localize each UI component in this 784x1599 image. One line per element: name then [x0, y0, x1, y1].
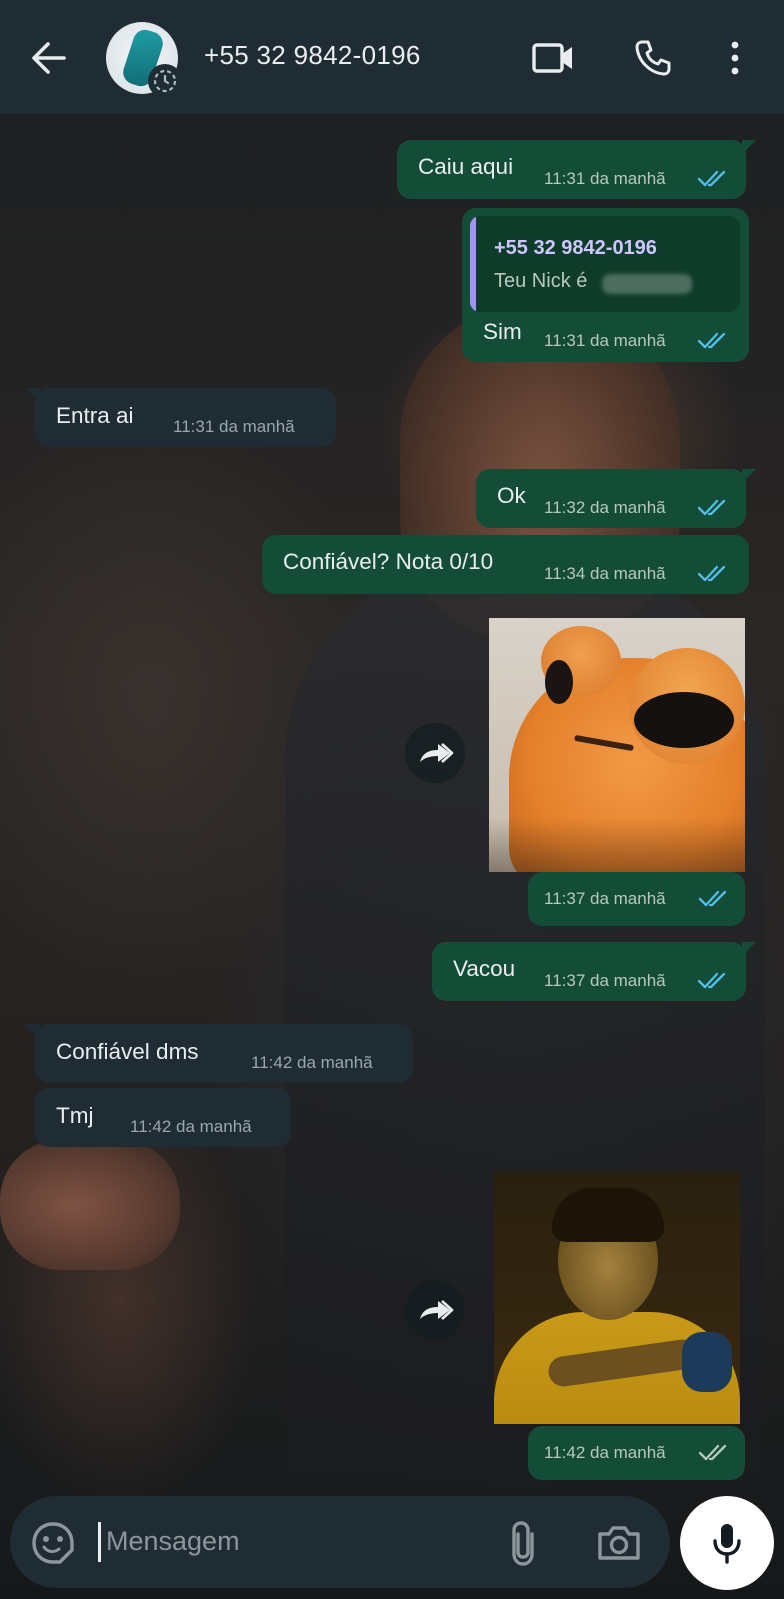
message-time: 11:34 da manhã	[544, 564, 666, 583]
image-shadow	[489, 818, 745, 872]
text-cursor	[98, 1522, 101, 1562]
quoted-sender: +55 32 9842-0196	[494, 237, 657, 259]
read-ticks-icon	[697, 565, 726, 582]
back-arrow-icon[interactable]	[28, 38, 68, 78]
message-text: Tmj	[56, 1103, 94, 1128]
status-timer-icon	[148, 64, 182, 98]
message-input[interactable]	[106, 1518, 486, 1564]
contact-name[interactable]: +55 32 9842-0196	[204, 40, 421, 71]
message-list[interactable]: Caiu aqui 11:31 da manhã +55 32 9842-019…	[0, 114, 784, 1494]
quote-accent-bar	[470, 216, 476, 312]
read-ticks-icon	[697, 332, 726, 349]
bubble-tail	[742, 140, 756, 154]
message-time: 11:32 da manhã	[544, 498, 666, 517]
message-bubble-incoming[interactable]: Tmj 11:42 da manhã	[35, 1088, 291, 1147]
forward-icon[interactable]	[405, 723, 465, 783]
mic-icon[interactable]	[680, 1496, 774, 1590]
message-bubble-outgoing[interactable]: +55 32 9842-0196 Teu Nick é Sim 11:31 da…	[462, 208, 749, 362]
message-time: 11:37 da manhã	[544, 971, 666, 990]
quoted-message[interactable]: +55 32 9842-0196 Teu Nick é	[470, 216, 740, 312]
character-pupil	[545, 660, 573, 704]
message-time: 11:37 da manhã	[544, 889, 666, 908]
chat-header: +55 32 9842-0196	[0, 0, 784, 114]
video-call-icon[interactable]	[530, 36, 576, 80]
read-ticks-icon	[697, 499, 726, 516]
message-time: 11:42 da manhã	[544, 1443, 666, 1462]
message-bubble-outgoing[interactable]: Ok 11:32 da manhã	[476, 469, 756, 528]
attach-icon[interactable]	[504, 1518, 544, 1568]
message-text: Confiável? Nota 0/10	[283, 549, 494, 574]
message-text: Caiu aqui	[418, 154, 514, 179]
bubble-tail	[742, 469, 756, 483]
player-hair	[552, 1188, 664, 1242]
camera-icon[interactable]	[594, 1518, 644, 1568]
read-ticks-icon	[697, 170, 726, 187]
message-bubble-outgoing[interactable]: Vacou 11:37 da manhã	[432, 942, 756, 1001]
message-bubble-outgoing[interactable]: Caiu aqui 11:31 da manhã	[397, 140, 756, 199]
bubble-tail	[742, 942, 756, 956]
bubble-tail	[25, 388, 39, 402]
read-ticks-icon	[697, 972, 726, 989]
message-bubble-incoming[interactable]: Entra ai 11:31 da manhã	[25, 388, 336, 447]
more-vert-icon[interactable]	[712, 36, 758, 80]
forward-icon[interactable]	[405, 1280, 465, 1340]
message-text: Ok	[497, 483, 526, 508]
character-pupil	[634, 692, 734, 748]
quoted-text: Teu Nick é	[494, 270, 588, 292]
message-text: Confiável dms	[56, 1039, 199, 1064]
redacted-text	[602, 274, 692, 294]
message-time: 11:42 da manhã	[130, 1117, 252, 1136]
message-time: 11:31 da manhã	[173, 417, 295, 436]
image-timestamp-bubble: 11:42 da manhã	[528, 1426, 745, 1480]
delivered-ticks-icon	[698, 1444, 727, 1461]
message-bubble-incoming[interactable]: Confiável dms 11:42 da manhã	[25, 1024, 413, 1083]
football-player-image[interactable]	[494, 1172, 740, 1424]
message-bubble-outgoing[interactable]: Confiável? Nota 0/10 11:34 da manhã	[262, 535, 749, 594]
player-sleeve	[682, 1332, 732, 1392]
orange-character-image[interactable]	[489, 618, 745, 872]
message-text: Entra ai	[56, 403, 134, 428]
message-text: Vacou	[453, 956, 516, 981]
bubble-tail	[25, 1024, 39, 1038]
read-ticks-icon	[698, 890, 727, 907]
phone-icon[interactable]	[630, 36, 676, 80]
message-time: 11:42 da manhã	[251, 1053, 373, 1072]
message-text: Sim	[483, 319, 522, 344]
emoji-icon[interactable]	[30, 1520, 76, 1566]
message-time: 11:31 da manhã	[544, 169, 666, 188]
image-timestamp-bubble: 11:37 da manhã	[528, 872, 745, 926]
message-composer	[10, 1496, 670, 1588]
message-time: 11:31 da manhã	[544, 331, 666, 350]
